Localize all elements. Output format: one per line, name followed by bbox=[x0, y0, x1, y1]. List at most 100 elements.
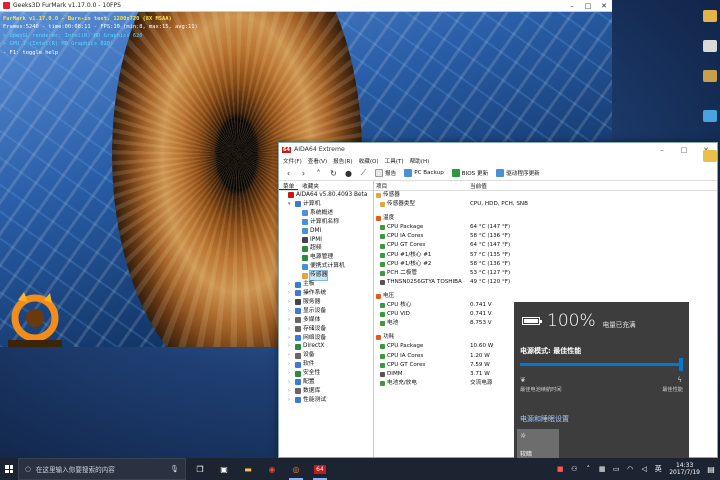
minimize-icon[interactable]: – bbox=[651, 146, 673, 154]
sensor-row[interactable]: CPU #1/核心 #1 57 °C (135 °F) bbox=[374, 251, 717, 260]
desktop-icon[interactable] bbox=[703, 10, 717, 22]
menu-file[interactable]: 文件(F) bbox=[283, 157, 302, 165]
tree-expand-icon[interactable]: › bbox=[288, 334, 293, 343]
user-icon[interactable]: ● bbox=[343, 168, 354, 179]
maximize-icon[interactable]: □ bbox=[580, 2, 596, 10]
report-button[interactable]: 报告 bbox=[373, 169, 398, 177]
desktop-icon[interactable] bbox=[703, 150, 717, 162]
volume-icon[interactable]: ◁ bbox=[639, 465, 649, 473]
sensor-row[interactable]: CPU #1/核心 #2 58 °C (136 °F) bbox=[374, 260, 717, 269]
tree-expand-icon[interactable]: › bbox=[288, 316, 293, 325]
menu-view[interactable]: 查看(V) bbox=[308, 157, 327, 165]
tree-expand-icon[interactable]: › bbox=[288, 360, 293, 369]
column-header-value[interactable]: 当前值 bbox=[470, 182, 487, 190]
tree-item[interactable]: › 服务器 bbox=[279, 298, 373, 307]
ime-indicator[interactable]: 英 bbox=[653, 464, 663, 474]
tree-item[interactable]: 计算机名称 bbox=[279, 218, 373, 227]
sensor-section[interactable]: 温度 bbox=[374, 214, 717, 223]
tree-item[interactable]: › 数据库 bbox=[279, 387, 373, 396]
tree-expand-icon[interactable]: ▾ bbox=[288, 200, 293, 209]
driver-update-button[interactable]: 驱动程序更新 bbox=[494, 169, 542, 177]
aida-titlebar[interactable]: 64 AIDA64 Extreme – □ ✕ bbox=[279, 143, 717, 156]
action-center-icon[interactable]: ▤ bbox=[704, 465, 718, 474]
tree-expand-icon[interactable]: › bbox=[288, 325, 293, 334]
tab-menu[interactable]: 菜单 bbox=[279, 181, 299, 190]
tree-expand-icon[interactable]: › bbox=[288, 369, 293, 378]
tree-item[interactable]: 便携式计算机 bbox=[279, 262, 373, 271]
tree-item[interactable]: › 多媒体 bbox=[279, 316, 373, 325]
sensor-row[interactable]: PCH 二极管 53 °C (127 °F) bbox=[374, 269, 717, 278]
tree-item[interactable]: › 软件 bbox=[279, 360, 373, 369]
people-icon[interactable]: ⚇ bbox=[569, 465, 579, 473]
sensor-section[interactable]: 电压 bbox=[374, 292, 717, 301]
search-box[interactable]: ○ 在这里输入你要搜索的内容 🎙 bbox=[18, 458, 186, 480]
tree-item[interactable]: › 性能测试 bbox=[279, 396, 373, 405]
tree-item[interactable]: › 设备 bbox=[279, 351, 373, 360]
tree-expand-icon[interactable]: › bbox=[288, 387, 293, 396]
tree-item[interactable]: › 网络设备 bbox=[279, 334, 373, 343]
sensor-row[interactable]: CPU GT Cores 64 °C (147 °F) bbox=[374, 241, 717, 250]
show-hidden-icons[interactable]: ˄ bbox=[583, 465, 593, 473]
maximize-icon[interactable]: □ bbox=[673, 146, 695, 154]
close-icon[interactable]: ✕ bbox=[596, 2, 612, 10]
tree-expand-icon[interactable]: › bbox=[288, 307, 293, 316]
desktop-icon[interactable] bbox=[703, 70, 717, 82]
tree-item[interactable]: › 安全性 bbox=[279, 369, 373, 378]
tab-favorites[interactable]: 收藏夹 bbox=[298, 181, 323, 190]
chrome-icon[interactable]: ◉ bbox=[262, 458, 282, 480]
tree-expand-icon[interactable]: › bbox=[288, 280, 293, 289]
tree-item[interactable]: › 显示设备 bbox=[279, 307, 373, 316]
sensor-row[interactable]: 传感器类型 CPU, HDD, PCH, SNB bbox=[374, 200, 717, 209]
menu-favorites[interactable]: 收藏(O) bbox=[359, 157, 379, 165]
tree-expand-icon[interactable]: › bbox=[288, 378, 293, 387]
pc-backup-button[interactable]: PC Backup bbox=[402, 169, 446, 177]
tree-item[interactable]: 超频 bbox=[279, 244, 373, 253]
tree-item[interactable]: 系统概述 bbox=[279, 209, 373, 218]
network-icon[interactable]: ▦ bbox=[597, 465, 607, 473]
desktop-icon[interactable] bbox=[703, 110, 717, 122]
tree-item[interactable]: DMI bbox=[279, 227, 373, 236]
store-icon[interactable]: ▣ bbox=[214, 458, 234, 480]
bios-update-button[interactable]: BIOS 更新 bbox=[450, 169, 490, 177]
brightness-tile[interactable]: ☼ 较暗 bbox=[517, 429, 559, 461]
task-view-icon[interactable]: ❐ bbox=[190, 458, 210, 480]
wifi-icon[interactable]: ◠ bbox=[625, 465, 635, 473]
aida-tray-icon[interactable]: ■ bbox=[555, 465, 565, 473]
file-explorer-icon[interactable]: ▬ bbox=[238, 458, 258, 480]
menu-report[interactable]: 报告(R) bbox=[333, 157, 352, 165]
minimize-icon[interactable]: – bbox=[564, 2, 580, 10]
power-sleep-settings-link[interactable]: 电源和睡眠设置 bbox=[520, 414, 569, 424]
tree-item[interactable]: 电源管理 bbox=[279, 253, 373, 262]
tree-item[interactable]: IPMI bbox=[279, 236, 373, 245]
chart-icon[interactable]: ⟋ bbox=[358, 168, 369, 179]
furmark-taskbar-icon[interactable]: ◎ bbox=[286, 458, 306, 480]
tree-item[interactable]: › DirectX bbox=[279, 342, 373, 351]
refresh-icon[interactable]: ↻ bbox=[328, 168, 339, 179]
sensor-row[interactable]: THNSN0256GTYA TOSHIBA 49 °C (120 °F) bbox=[374, 278, 717, 287]
clock[interactable]: 14:33 2017/7/19 bbox=[669, 462, 700, 477]
desktop-icon[interactable] bbox=[703, 40, 717, 52]
tree-expand-icon[interactable]: › bbox=[288, 351, 293, 360]
tree-expand-icon[interactable]: › bbox=[288, 289, 293, 298]
aida64-taskbar-icon[interactable]: 64 bbox=[310, 458, 330, 480]
tree-expand-icon[interactable]: › bbox=[288, 298, 293, 307]
sensor-row[interactable]: CPU Package 64 °C (147 °F) bbox=[374, 223, 717, 232]
battery-tray-icon[interactable]: ▭ bbox=[611, 465, 621, 473]
tree-item[interactable]: AIDA64 v5.80.4093 Beta bbox=[279, 191, 373, 200]
slider-thumb[interactable] bbox=[679, 358, 683, 371]
menu-tools[interactable]: 工具(T) bbox=[385, 157, 404, 165]
microphone-icon[interactable]: 🎙 bbox=[170, 465, 179, 473]
sensor-row[interactable]: CPU IA Cores 58 °C (136 °F) bbox=[374, 232, 717, 241]
tree-item[interactable]: › 操作系统 bbox=[279, 289, 373, 298]
back-icon[interactable]: ‹ bbox=[283, 168, 294, 179]
up-icon[interactable]: ˄ bbox=[313, 168, 324, 179]
tree-item[interactable]: 传感器 bbox=[279, 270, 373, 282]
tree-item[interactable]: › 主板 bbox=[279, 280, 373, 289]
tree-item[interactable]: › 存储设备 bbox=[279, 325, 373, 334]
tree-item[interactable]: ▾ 计算机 bbox=[279, 200, 373, 209]
tree-item[interactable]: › 配置 bbox=[279, 378, 373, 387]
furmark-titlebar[interactable]: Geeks3D FurMark v1.17.0.0 - 10FPS – □ ✕ bbox=[0, 0, 612, 12]
sensor-section[interactable]: 传感器 bbox=[374, 191, 717, 200]
forward-icon[interactable]: › bbox=[298, 168, 309, 179]
tree-expand-icon[interactable]: › bbox=[288, 342, 293, 351]
